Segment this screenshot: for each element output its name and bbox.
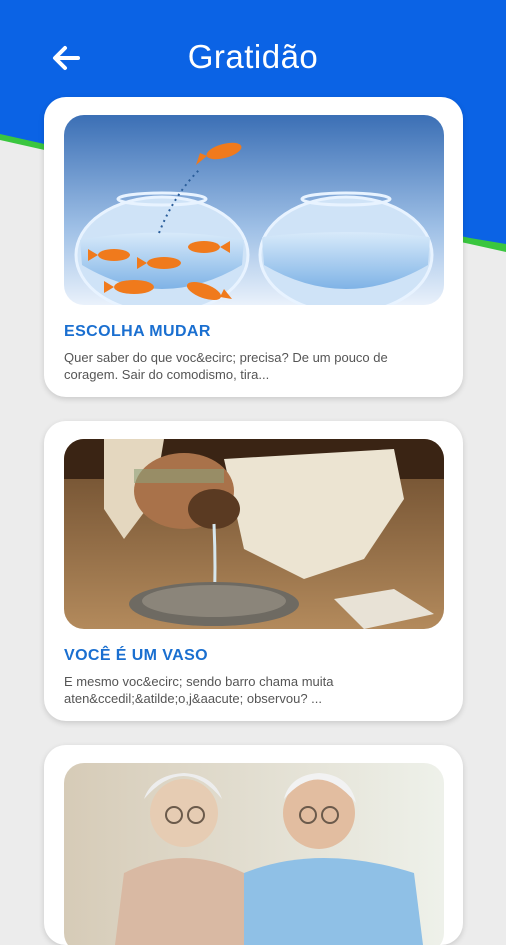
goldfish-jumping-bowl-image xyxy=(64,115,444,305)
elderly-couple-image xyxy=(64,763,444,945)
card-title: ESCOLHA MUDAR xyxy=(64,323,211,340)
article-card[interactable]: VOCÊ É UM VASO E mesmo voc&ecirc; sendo … xyxy=(44,421,463,721)
card-title: VOCÊ É UM VASO xyxy=(64,647,208,664)
card-image xyxy=(64,115,444,305)
card-image xyxy=(64,439,444,629)
card-image xyxy=(64,763,444,945)
page-title: Gratidão xyxy=(187,38,319,75)
article-card[interactable] xyxy=(44,745,463,945)
pouring-water-vase-image xyxy=(64,439,444,629)
article-card[interactable]: ESCOLHA MUDAR Quer saber do que voc&ecir… xyxy=(44,97,463,397)
card-excerpt: E mesmo voc&ecirc; sendo barro chama mui… xyxy=(64,674,334,706)
card-excerpt: Quer saber do que voc&ecirc; precisa? De… xyxy=(64,350,388,382)
